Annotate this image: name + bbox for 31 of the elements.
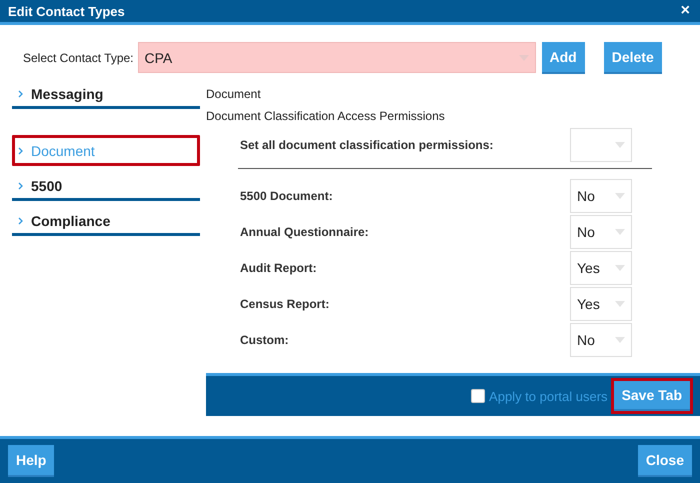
window-title: Edit Contact Types bbox=[8, 4, 125, 18]
permission-dropdown[interactable]: Yes bbox=[570, 251, 632, 285]
chevron-icon bbox=[18, 147, 23, 155]
sidebar-item[interactable]: Compliance bbox=[12, 208, 200, 236]
permission-label: Set all document classification permissions: bbox=[240, 138, 494, 152]
caret-icon bbox=[615, 301, 625, 307]
permission-dropdown[interactable]: No bbox=[570, 215, 632, 249]
close-button[interactable]: × bbox=[680, 3, 690, 19]
checkbox[interactable] bbox=[471, 389, 486, 403]
section-subheading: Document Classification Access Permissions bbox=[206, 109, 446, 123]
caret-icon bbox=[615, 193, 625, 199]
permission-label: 5500 Document: bbox=[240, 189, 333, 203]
contact-type-dropdown[interactable]: CPA bbox=[138, 42, 536, 73]
chevron-icon bbox=[18, 217, 23, 225]
field-label: Select Contact Type: bbox=[23, 50, 134, 64]
sidebar-item[interactable]: 5500 bbox=[12, 173, 200, 201]
permission-label: Annual Questionnaire: bbox=[240, 225, 369, 239]
permission-dropdown[interactable]: Yes bbox=[570, 287, 632, 321]
sidebar-item[interactable]: Messaging bbox=[12, 81, 200, 109]
permission-label: Audit Report: bbox=[240, 261, 317, 275]
permission-label: Census Report: bbox=[240, 297, 330, 311]
section-heading: Document bbox=[206, 87, 262, 101]
permission-label: Custom: bbox=[240, 333, 289, 347]
chevron-icon bbox=[18, 90, 23, 98]
permission-dropdown[interactable]: No bbox=[570, 323, 632, 357]
caret-icon bbox=[615, 142, 625, 148]
caret-icon bbox=[615, 265, 625, 271]
caret-icon bbox=[615, 337, 625, 343]
caret-icon bbox=[615, 229, 625, 235]
permission-dropdown[interactable]: No bbox=[570, 179, 632, 213]
chevron-icon bbox=[18, 182, 23, 190]
